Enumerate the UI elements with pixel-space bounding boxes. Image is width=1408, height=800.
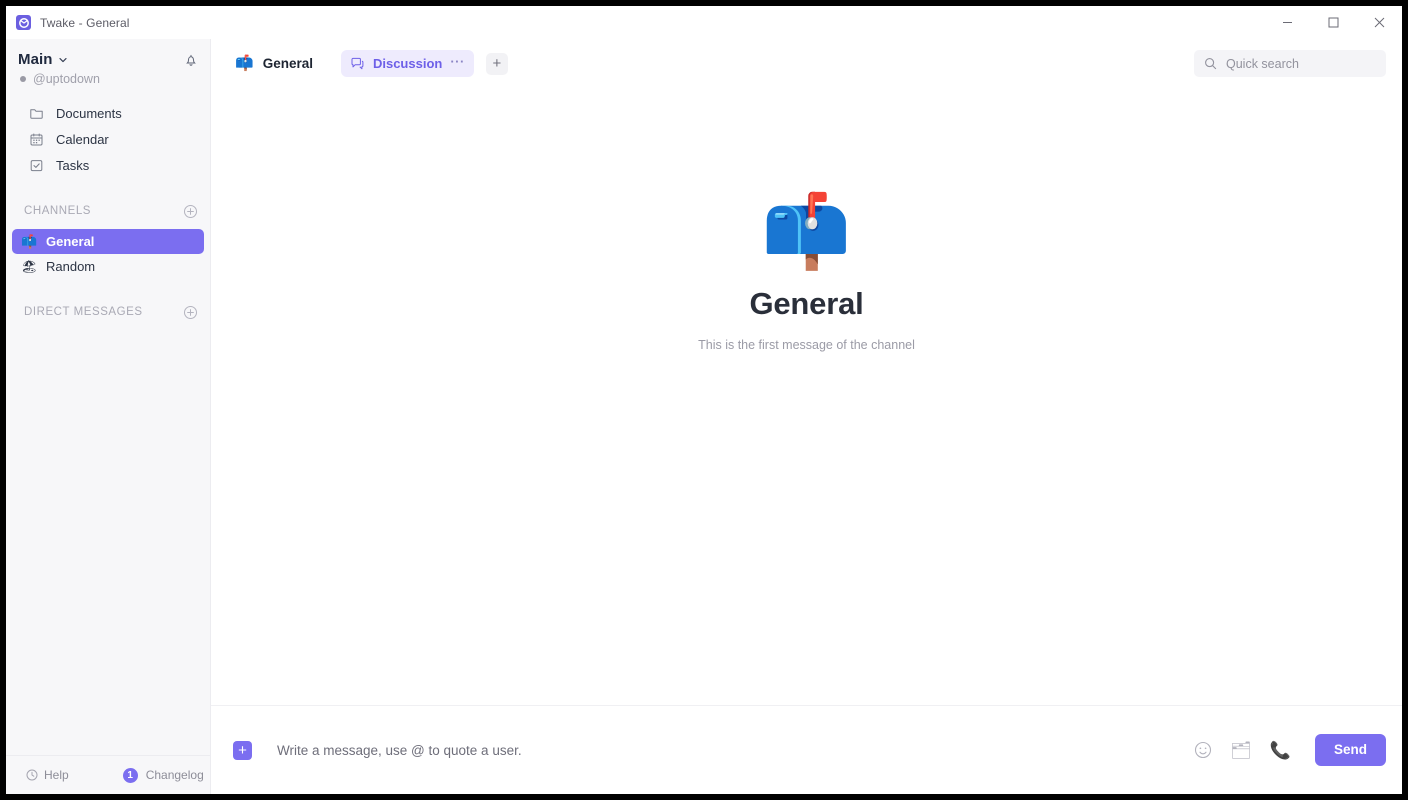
conversation-area: 📫 General This is the first message of t…	[211, 88, 1402, 706]
beach-umbrella-icon: 🏖	[21, 259, 38, 274]
app-window: Twake - General Main @uptodown Documents…	[6, 6, 1402, 794]
message-composer: + Write a message, use @ to quote a user…	[211, 706, 1402, 794]
app-body: Main @uptodown Documents Calendar Tasks …	[6, 39, 1402, 794]
workspace-name: Main	[18, 51, 53, 68]
quick-search-box[interactable]: Quick search	[1194, 50, 1386, 77]
sidebar-item-label: Tasks	[56, 157, 90, 173]
changelog-badge: 1	[122, 767, 138, 783]
phone-icon[interactable]: 📞	[1270, 742, 1291, 759]
empty-state-subtitle: This is the first message of the channel	[698, 338, 915, 352]
search-input[interactable]: Quick search	[1226, 57, 1299, 71]
main-panel: 📫 General Discussion ··· + Quick search …	[210, 39, 1402, 794]
channels-section-title: CHANNELS	[24, 205, 92, 217]
emoji-icon[interactable]	[1194, 741, 1212, 759]
sidebar-item-tasks[interactable]: Tasks	[6, 152, 210, 178]
mailbox-icon: 📫	[21, 234, 38, 249]
workspace-selector[interactable]: Main	[18, 51, 198, 68]
minimize-button[interactable]	[1264, 6, 1310, 39]
sidebar-item-label: Documents	[56, 105, 122, 121]
composer-actions: 🗂 📞 Send	[1176, 734, 1386, 766]
status-dot-icon	[20, 76, 26, 82]
chevron-down-icon	[58, 55, 68, 65]
sidebar-nav: Documents Calendar Tasks	[6, 100, 210, 178]
sidebar-footer: Help 1 Changelog	[6, 755, 210, 794]
add-tab-button[interactable]: +	[485, 52, 508, 75]
page-title: General	[749, 286, 864, 321]
changelog-button[interactable]: 1 Changelog	[122, 767, 204, 783]
search-icon	[1204, 57, 1217, 70]
channel-label: Random	[46, 259, 96, 274]
help-label: Help	[44, 768, 69, 782]
mailbox-icon: 📫	[235, 55, 254, 72]
title-bar: Twake - General	[6, 6, 1402, 39]
current-channel-tab[interactable]: 📫 General	[225, 51, 323, 76]
sidebar-item-label: Calendar	[56, 131, 109, 147]
workspace-user[interactable]: @uptodown	[18, 72, 198, 86]
twake-logo-icon	[16, 15, 31, 30]
sidebar-item-documents[interactable]: Documents	[6, 100, 210, 126]
file-icon[interactable]: 🗂	[1230, 742, 1252, 759]
channel-list: 📫 General 🏖 Random	[6, 229, 210, 279]
attach-button[interactable]: +	[233, 740, 252, 760]
help-button[interactable]: Help	[26, 768, 69, 782]
top-bar: 📫 General Discussion ··· + Quick search	[211, 39, 1402, 88]
workspace-header: Main @uptodown	[6, 39, 210, 86]
channel-label: General	[46, 234, 95, 249]
bell-icon[interactable]	[184, 53, 198, 72]
calendar-icon	[28, 131, 44, 147]
channels-section-header: CHANNELS	[6, 200, 210, 222]
current-channel-label: General	[262, 56, 313, 71]
sidebar: Main @uptodown Documents Calendar Tasks …	[6, 39, 210, 794]
send-button[interactable]: Send	[1314, 734, 1386, 766]
tab-label: Discussion	[372, 56, 443, 71]
sidebar-channel-general[interactable]: 📫 General	[12, 229, 204, 254]
folder-icon	[28, 105, 44, 121]
app-tab-bar: Discussion ··· +	[340, 50, 508, 77]
changelog-label: Changelog	[145, 768, 204, 782]
window-controls	[1264, 6, 1402, 39]
chat-icon	[350, 56, 365, 71]
checkbox-icon	[28, 157, 44, 173]
tab-menu-button[interactable]: ···	[450, 55, 465, 68]
mailbox-icon: 📫	[761, 192, 852, 272]
sidebar-channel-random[interactable]: 🏖 Random	[12, 254, 204, 279]
workspace-username: @uptodown	[33, 72, 100, 86]
dm-section-title: DIRECT MESSAGES	[24, 306, 143, 318]
help-circle-icon	[26, 769, 38, 781]
dm-section-header: DIRECT MESSAGES	[6, 301, 210, 323]
add-dm-button[interactable]	[183, 305, 198, 320]
maximize-button[interactable]	[1310, 6, 1356, 39]
sidebar-item-calendar[interactable]: Calendar	[6, 126, 210, 152]
message-input[interactable]: Write a message, use @ to quote a user.	[277, 743, 1176, 758]
add-channel-button[interactable]	[183, 204, 198, 219]
window-title: Twake - General	[40, 15, 130, 30]
close-button[interactable]	[1356, 6, 1402, 39]
tab-discussion[interactable]: Discussion ···	[340, 50, 474, 77]
